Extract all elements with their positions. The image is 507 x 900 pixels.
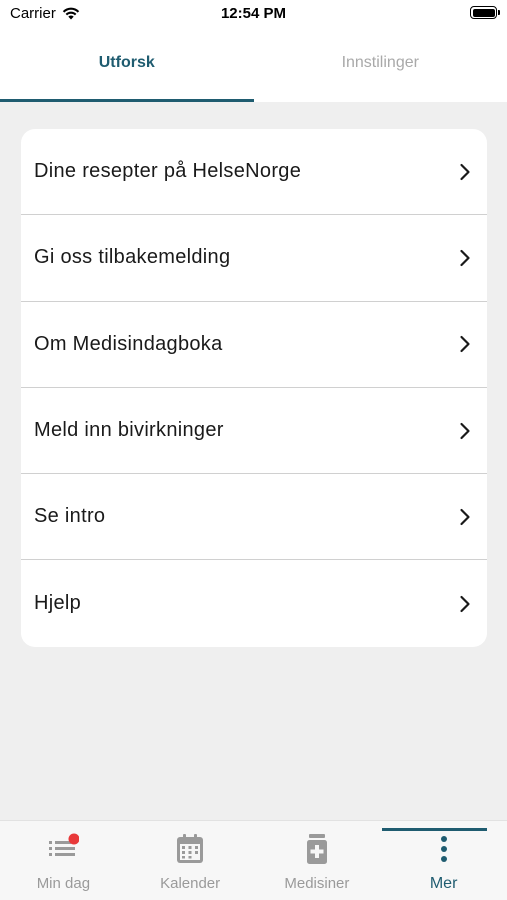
nav-label: Mer: [429, 875, 458, 892]
menu-item-om-medisindagboka[interactable]: Om Medisindagboka: [21, 302, 487, 388]
tab-innstilinger-label: Innstilinger: [341, 54, 419, 71]
chevron-right-icon: [460, 508, 470, 525]
menu-item-tilbakemelding[interactable]: Gi oss tilbakemelding: [21, 215, 487, 302]
menu-item-label: Hjelp: [34, 592, 82, 615]
nav-label: Medisiner: [284, 875, 350, 892]
tab-utforsk[interactable]: Utforsk: [0, 26, 254, 102]
chevron-right-icon: [460, 422, 470, 439]
menu-item-label: Om Medisindagboka: [34, 332, 223, 355]
menu-item-resepter[interactable]: Dine resepter på HelseNorge: [21, 129, 487, 216]
medicine-icon: [306, 834, 327, 864]
menu-item-label: Meld inn bivirkninger: [34, 419, 224, 442]
nav-label: Kalender: [160, 875, 221, 892]
bottom-nav: Min dag Kalender Medisiner Mer: [0, 820, 507, 900]
status-bar: Carrier 12:54 PM: [0, 0, 507, 26]
nav-label: Min dag: [36, 875, 91, 892]
nav-item-medisiner[interactable]: Medisiner: [254, 821, 381, 900]
nav-item-min-dag[interactable]: Min dag: [0, 821, 127, 900]
nav-item-mer[interactable]: Mer: [380, 821, 507, 900]
chevron-right-icon: [460, 336, 470, 353]
tab-innstilinger[interactable]: Innstilinger: [254, 26, 507, 102]
menu-item-hjelp[interactable]: Hjelp: [21, 560, 487, 646]
chevron-right-icon: [460, 163, 470, 180]
calendar-icon: [177, 834, 204, 863]
menu-item-se-intro[interactable]: Se intro: [21, 474, 487, 561]
chevron-right-icon: [460, 249, 470, 267]
chevron-right-icon: [460, 595, 470, 612]
status-right: [470, 6, 500, 19]
menu-item-label: Se intro: [34, 505, 106, 528]
menu-item-label: Dine resepter på HelseNorge: [34, 160, 302, 183]
menu-item-bivirkninger[interactable]: Meld inn bivirkninger: [21, 388, 487, 475]
top-tab-bar: Utforsk Innstilinger: [0, 26, 507, 102]
battery-icon: [470, 6, 500, 19]
nav-item-kalender[interactable]: Kalender: [127, 821, 254, 900]
list-icon: [49, 833, 80, 856]
menu-card: Dine resepter på HelseNorge Gi oss tilba…: [21, 129, 487, 647]
status-time: 12:54 PM: [220, 5, 287, 22]
menu-item-label: Gi oss tilbakemelding: [34, 246, 231, 269]
tab-utforsk-label: Utforsk: [98, 54, 155, 71]
notification-badge: [68, 833, 80, 845]
more-vertical-icon: [440, 836, 447, 862]
